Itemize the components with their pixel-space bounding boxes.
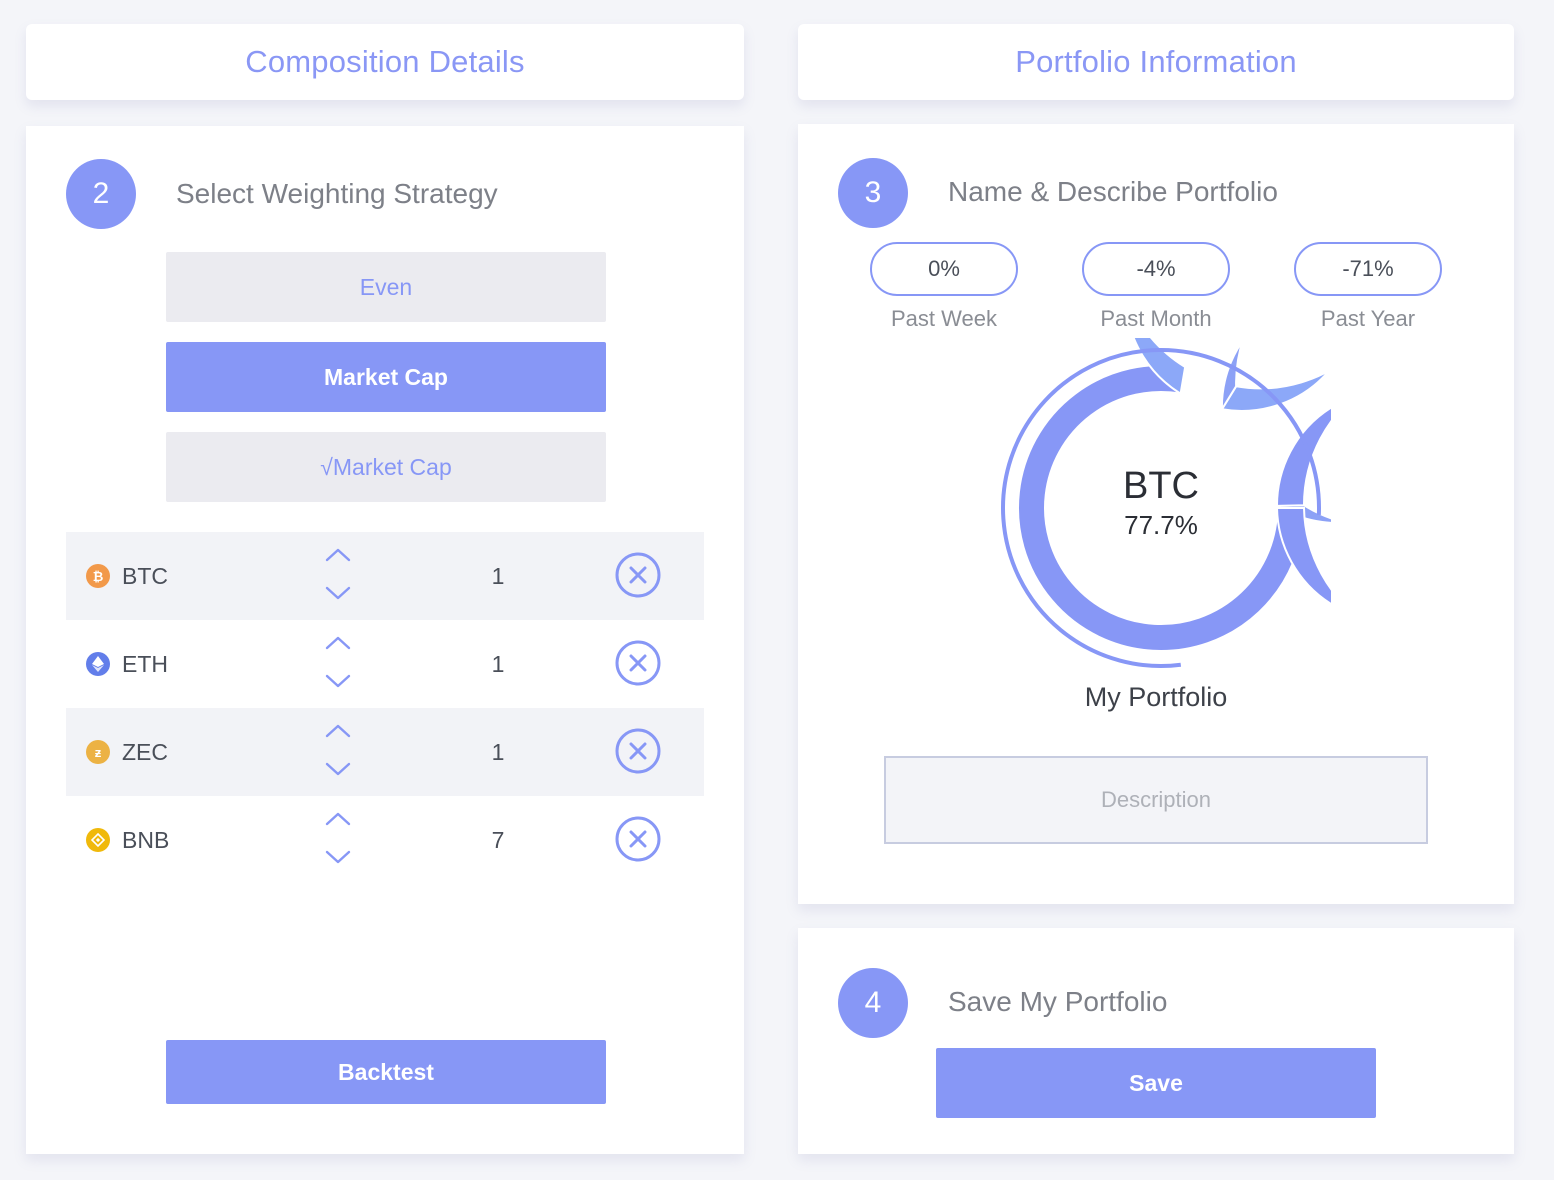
- name-describe-card: 3 Name & Describe Portfolio 0% Past Week…: [798, 124, 1514, 904]
- composition-details-header: Composition Details: [26, 24, 744, 100]
- backtest-button[interactable]: Backtest: [166, 1040, 606, 1104]
- asset-row-zec: ƶ ZEC 1: [66, 708, 704, 796]
- past-week-label: Past Week: [891, 306, 997, 331]
- asset-symbol: ETH: [122, 651, 168, 677]
- asset-row-btc: ₿ BTC 1: [66, 532, 704, 620]
- asset-quantity: 1: [491, 739, 505, 765]
- chevron-up-icon[interactable]: [325, 810, 351, 828]
- weighting-strategy-card: 2 Select Weighting Strategy Even Market …: [26, 126, 744, 1154]
- portfolio-information-header: Portfolio Information: [798, 24, 1514, 100]
- bitcoin-icon: ₿: [86, 564, 110, 588]
- save-button[interactable]: Save: [936, 1048, 1376, 1118]
- step-number-2: 2: [66, 159, 136, 229]
- save-portfolio-title: Save My Portfolio: [948, 986, 1168, 1017]
- donut-center-percent: 77.7%: [1124, 510, 1198, 540]
- strategy-market-cap-button[interactable]: Market Cap: [166, 342, 606, 412]
- description-input[interactable]: [884, 756, 1428, 844]
- strategy-sqrt-market-cap-button[interactable]: √Market Cap: [166, 432, 606, 502]
- asset-symbol: BNB: [122, 827, 170, 853]
- ethereum-icon: [86, 652, 110, 676]
- chevron-down-icon[interactable]: [325, 760, 351, 778]
- past-week-performance: 0%: [870, 242, 1018, 296]
- remove-asset-icon[interactable]: [614, 815, 662, 863]
- donut-segment-bnb[interactable]: [1275, 362, 1331, 648]
- portfolio-donut-chart: BTC 77.7%: [1001, 338, 1331, 668]
- name-describe-title: Name & Describe Portfolio: [948, 176, 1278, 207]
- past-year-label: Past Year: [1320, 306, 1416, 331]
- asset-symbol: BTC: [122, 563, 168, 589]
- past-year-performance: -71%: [1294, 242, 1442, 296]
- strategy-even-button[interactable]: Even: [166, 252, 606, 322]
- past-month-label: Past Month: [1100, 306, 1212, 331]
- chevron-up-icon[interactable]: [325, 634, 351, 652]
- donut-center-symbol: BTC: [1123, 465, 1199, 507]
- chevron-down-icon[interactable]: [325, 672, 351, 690]
- weighting-strategy-title: Select Weighting Strategy: [176, 178, 498, 209]
- step-number-4: 4: [838, 968, 908, 1038]
- remove-asset-icon[interactable]: [614, 639, 662, 687]
- asset-quantity: 1: [491, 651, 505, 677]
- chevron-up-icon[interactable]: [325, 722, 351, 740]
- highlight-arc: [1001, 348, 1321, 668]
- step-number-3: 3: [838, 158, 908, 228]
- portfolio-information-title: Portfolio Information: [1015, 44, 1297, 79]
- chevron-down-icon[interactable]: [325, 584, 351, 602]
- asset-quantity: 1: [491, 563, 505, 589]
- save-portfolio-card: 4 Save My Portfolio Save: [798, 928, 1514, 1154]
- asset-quantity: 7: [491, 827, 505, 853]
- binance-icon: [86, 828, 110, 852]
- chevron-up-icon[interactable]: [325, 546, 351, 564]
- asset-symbol: ZEC: [122, 739, 168, 765]
- composition-details-title: Composition Details: [245, 44, 525, 79]
- remove-asset-icon[interactable]: [614, 727, 662, 775]
- asset-row-bnb: BNB 7: [66, 796, 704, 884]
- zcash-icon: ƶ: [86, 740, 110, 764]
- chevron-down-icon[interactable]: [325, 848, 351, 866]
- remove-asset-icon[interactable]: [614, 551, 662, 599]
- portfolio-name[interactable]: My Portfolio: [798, 682, 1514, 713]
- asset-row-eth: ETH 1: [66, 620, 704, 708]
- past-month-performance: -4%: [1082, 242, 1230, 296]
